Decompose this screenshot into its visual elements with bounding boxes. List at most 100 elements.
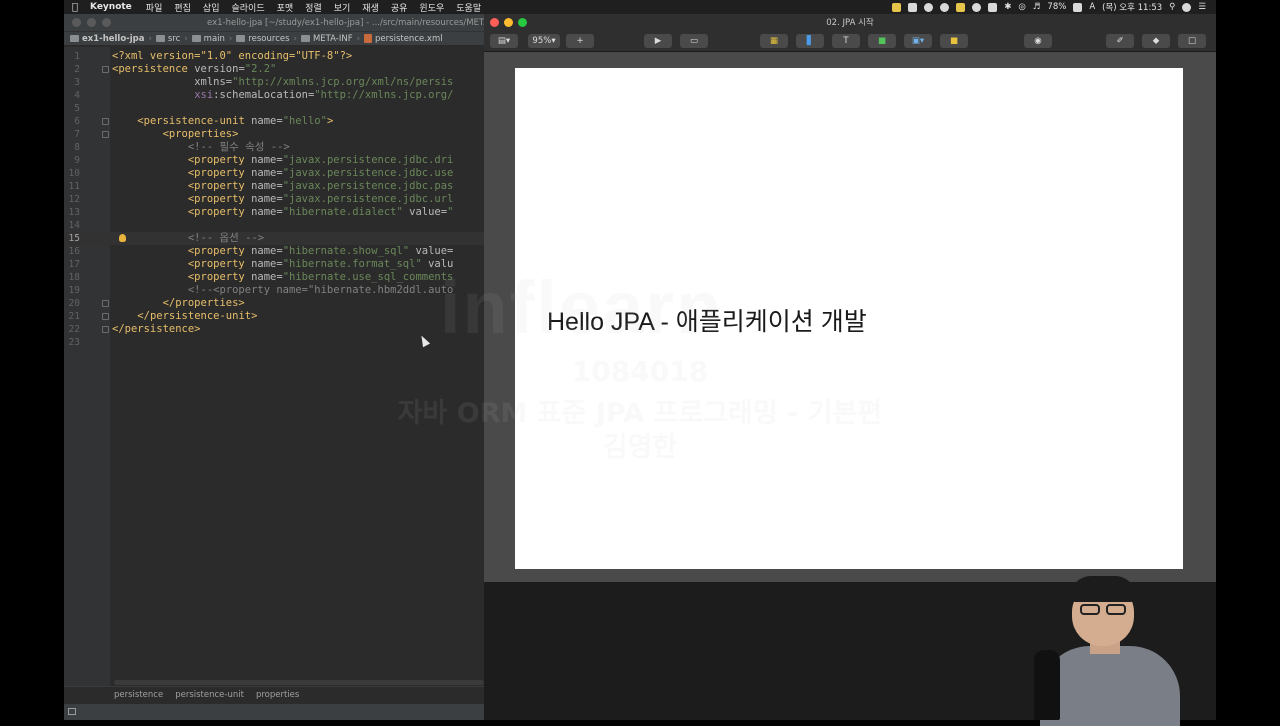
menu-format[interactable]: 포맷 (271, 1, 300, 14)
code-line[interactable]: 1 <?xml version="1.0" encoding="UTF-8"?> (64, 50, 484, 63)
format-button[interactable]: ✐ (1106, 34, 1134, 48)
input-source[interactable]: A (1089, 2, 1095, 12)
tool-window-toggle-icon[interactable] (68, 708, 76, 715)
menu-file[interactable]: 파일 (140, 1, 169, 14)
breadcrumb-project[interactable]: ex1-hello-jpa (70, 34, 148, 44)
view-button[interactable]: ▤▾ (490, 34, 518, 48)
bookmark-icon[interactable] (956, 2, 966, 12)
code-line[interactable]: 17 <property name="hibernate.format_sql"… (64, 258, 484, 271)
spotlight-icon[interactable]: ⚲ (1169, 2, 1175, 12)
zoom-button[interactable]: 95% ▾ (528, 34, 560, 48)
play-button[interactable]: ▶ (644, 34, 672, 48)
menu-slide[interactable]: 슬라이드 (225, 1, 270, 14)
line-number: 3 (74, 77, 80, 88)
add-slide-button[interactable]: + (566, 34, 594, 48)
code-line[interactable]: 13 <property name="hibernate.dialect" va… (64, 206, 484, 219)
fold-marker-icon[interactable] (102, 326, 109, 333)
code-editor[interactable]: 1 <?xml version="1.0" encoding="UTF-8"?> 2… (64, 47, 484, 697)
notes-icon[interactable] (892, 2, 902, 12)
xml-path-persistence[interactable]: persistence (114, 690, 175, 700)
code-text: <persistence version="2.2" (112, 63, 276, 76)
code-line[interactable]: 21 </persistence-unit> (64, 310, 484, 323)
fold-marker-icon[interactable] (102, 313, 109, 320)
code-line[interactable]: 9 <property name="javax.persistence.jdbc… (64, 154, 484, 167)
wifi-icon[interactable]: ◎ (1018, 2, 1025, 12)
battery-percent[interactable]: 78% (1047, 2, 1066, 12)
menu-window[interactable]: 윈도우 (413, 1, 450, 14)
code-line[interactable]: 16 <property name="hibernate.show_sql" v… (64, 245, 484, 258)
status-area: ✱ ◎ ♬ 78% A (목) 오후 11:53 ⚲ ☰ (892, 1, 1216, 13)
code-text: <!-- 옵션 --> (112, 232, 264, 245)
code-line[interactable]: 22 </persistence> (64, 323, 484, 336)
code-line[interactable]: 6 <persistence-unit name="hello"> (64, 115, 484, 128)
sync-icon[interactable] (924, 2, 934, 12)
keynote-live-button[interactable]: ▭ (680, 34, 708, 48)
menu-edit[interactable]: 편집 (168, 1, 197, 14)
cloud-icon[interactable] (972, 2, 982, 12)
code-line[interactable]: 14 (64, 219, 484, 232)
code-line[interactable]: 7 <properties> (64, 128, 484, 141)
slide[interactable]: Hello JPA - 애플리케이션 개발 (515, 68, 1183, 569)
code-line[interactable]: 10 <property name="javax.persistence.jdb… (64, 167, 484, 180)
ide-minimize-button[interactable] (87, 18, 96, 27)
fold-marker-icon[interactable] (102, 131, 109, 138)
code-line[interactable]: 12 <property name="javax.persistence.jdb… (64, 193, 484, 206)
document-button[interactable]: □ (1178, 34, 1206, 48)
notification-center-icon[interactable]: ☰ (1198, 2, 1206, 12)
code-line[interactable]: 8 <!-- 필수 속성 --> (64, 141, 484, 154)
presenter-glasses-right (1106, 604, 1126, 615)
chart-button[interactable]: ▋ (796, 34, 824, 48)
breadcrumb-meta-inf[interactable]: META-INF (300, 34, 357, 44)
bluetooth-icon[interactable]: ✱ (1004, 2, 1011, 12)
breadcrumb-main[interactable]: main (191, 34, 229, 44)
comment-button[interactable]: ■ (940, 34, 968, 48)
breadcrumb-file[interactable]: persistence.xml (364, 34, 447, 44)
window-manager-icon[interactable] (988, 2, 998, 12)
siri-icon[interactable] (1182, 2, 1192, 12)
xml-path-persistence-unit[interactable]: persistence-unit (175, 690, 256, 700)
code-line[interactable]: 15 <!-- 옵션 --> (64, 232, 484, 245)
shape-button[interactable]: ■ (868, 34, 896, 48)
code-token: name= (251, 167, 283, 179)
menu-help[interactable]: 도움말 (450, 1, 487, 14)
slide-canvas[interactable]: Hello JPA - 애플리케이션 개발 (484, 52, 1216, 596)
collaborate-button[interactable]: ◉ (1024, 34, 1052, 48)
menu-play[interactable]: 재생 (356, 1, 385, 14)
fold-marker-icon[interactable] (102, 66, 109, 73)
breadcrumb-resources[interactable]: resources (236, 34, 293, 44)
horizontal-scrollbar[interactable] (114, 680, 484, 685)
screen-capture-icon[interactable] (908, 2, 918, 12)
volume-icon[interactable]: ♬ (1033, 2, 1041, 12)
battery-icon[interactable] (1073, 2, 1083, 12)
ide-close-button[interactable] (72, 18, 81, 27)
fold-marker-icon[interactable] (102, 300, 109, 307)
menu-arrange[interactable]: 정렬 (299, 1, 328, 14)
menu-view[interactable]: 보기 (328, 1, 357, 14)
menu-app-name[interactable]: Keynote (86, 2, 140, 12)
code-line[interactable]: 19 <!--<property name="hibernate.hbm2ddl… (64, 284, 484, 297)
code-line[interactable]: 18 <property name="hibernate.use_sql_com… (64, 271, 484, 284)
code-line[interactable]: 20 </properties> (64, 297, 484, 310)
code-line[interactable]: 2 <persistence version="2.2" (64, 63, 484, 76)
code-line[interactable]: 5 (64, 102, 484, 115)
code-line[interactable]: 3 xmlns="http://xmlns.jcp.org/xml/ns/per… (64, 76, 484, 89)
media-button[interactable]: ▣▾ (904, 34, 932, 48)
text-button[interactable]: T (832, 34, 860, 48)
clock[interactable]: (목) 오후 11:53 (1102, 1, 1162, 13)
animate-button[interactable]: ◆ (1142, 34, 1170, 48)
menu-insert[interactable]: 삽입 (197, 1, 226, 14)
table-button[interactable]: ▦ (760, 34, 788, 48)
apple-icon[interactable]:  (64, 2, 86, 13)
breadcrumb-src[interactable]: src (155, 34, 184, 44)
xml-path-properties[interactable]: properties (256, 690, 311, 700)
info-icon[interactable] (940, 2, 950, 12)
ide-maximize-button[interactable] (102, 18, 111, 27)
menu-share[interactable]: 공유 (385, 1, 414, 14)
slide-title[interactable]: Hello JPA - 애플리케이션 개발 (547, 302, 867, 338)
code-line[interactable]: 11 <property name="javax.persistence.jdb… (64, 180, 484, 193)
code-line[interactable]: 4 xsi:schemaLocation="http://xmlns.jcp.o… (64, 89, 484, 102)
line-number: 7 (74, 129, 80, 140)
fold-marker-icon[interactable] (102, 118, 109, 125)
